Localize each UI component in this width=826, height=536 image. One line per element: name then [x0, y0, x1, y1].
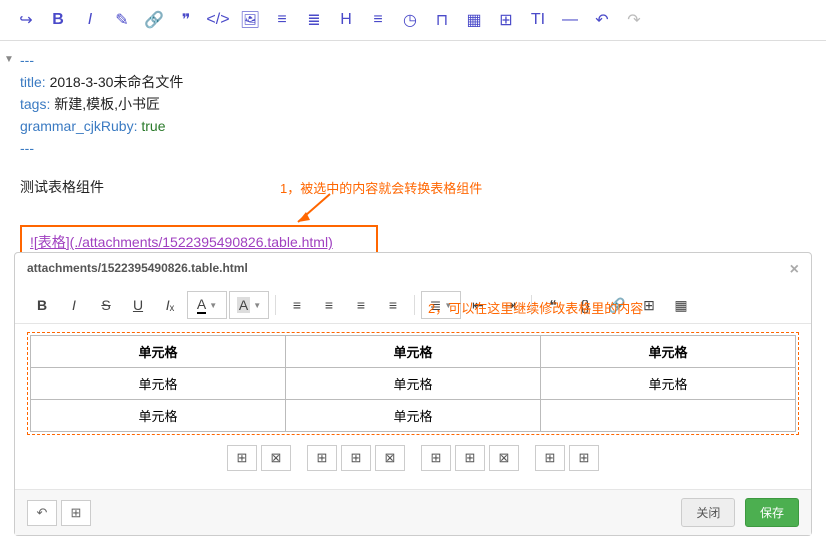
table-operations: ⊞ ⊠ ⊞ ⊞ ⊠ ⊞ ⊞ ⊠ ⊞ ⊞ — [27, 435, 799, 481]
op-insert-table-icon[interactable]: ⊞ — [227, 445, 257, 471]
table-row: 单元格 单元格 — [31, 400, 796, 432]
table-header[interactable]: 单元格 — [31, 336, 286, 368]
table-header[interactable]: 单元格 — [541, 336, 796, 368]
modal-title: attachments/1522395490826.table.html — [27, 261, 248, 279]
footer-undo-icon[interactable]: ↶ — [27, 500, 57, 526]
undo-icon[interactable]: ↶ — [588, 8, 616, 32]
magnet-icon[interactable]: ⊓ — [428, 8, 456, 32]
m-align-justify-icon[interactable]: ≡ — [378, 291, 408, 319]
op-insert-col-right-icon[interactable]: ⊞ — [455, 445, 485, 471]
m-align-right-icon[interactable]: ≡ — [346, 291, 376, 319]
grid-icon[interactable]: ▦ — [460, 8, 488, 32]
m-clear-format-icon[interactable]: Iₓ — [155, 291, 185, 319]
heading-icon[interactable]: H — [332, 8, 360, 32]
table-row: 单元格 单元格 单元格 — [31, 368, 796, 400]
text-size-icon[interactable]: TI — [524, 8, 552, 32]
fm-tags-key: tags: — [20, 96, 50, 112]
main-toolbar: ↪ B I ✎ 🔗 ❞ </> 🖼 ≡ ≣ H ≡ ◷ ⊓ ▦ ⊞ TI — ↶… — [0, 0, 826, 41]
table-editor-modal: attachments/1522395490826.table.html × B… — [14, 252, 812, 536]
quote-icon[interactable]: ❞ — [172, 8, 200, 32]
fm-grammar-key: grammar_cjkRuby: — [20, 118, 137, 134]
code-icon[interactable]: </> — [204, 8, 232, 32]
op-merge-icon[interactable]: ⊞ — [535, 445, 565, 471]
clock-icon[interactable]: ◷ — [396, 8, 424, 32]
redo-icon[interactable]: ↷ — [620, 8, 648, 32]
annotation-2: 2，可以在这里继续修改表格里的内容 — [428, 298, 643, 317]
data-table[interactable]: 单元格 单元格 单元格 单元格 单元格 单元格 单元格 单元格 — [30, 335, 796, 432]
m-align-left-icon[interactable]: ≡ — [282, 291, 312, 319]
op-insert-row-below-icon[interactable]: ⊞ — [341, 445, 371, 471]
editor-area: --- title: 2018-3-30未命名文件 tags: 新建,模板,小书… — [0, 41, 826, 267]
m-align-center-icon[interactable]: ≡ — [314, 291, 344, 319]
align-icon[interactable]: ≡ — [364, 8, 392, 32]
annotation-1: 1，被选中的内容就会转换表格组件 — [280, 178, 482, 197]
table-cell[interactable]: 单元格 — [286, 368, 541, 400]
m-grid-icon[interactable]: ▦ — [666, 291, 696, 319]
redo-arrow-icon[interactable]: ↪ — [12, 8, 40, 32]
save-button[interactable]: 保存 — [745, 498, 799, 527]
table-link[interactable]: ![表格](./attachments/1522395490826.table.… — [30, 234, 333, 250]
table-cell[interactable] — [541, 400, 796, 432]
op-split-icon[interactable]: ⊞ — [569, 445, 599, 471]
table-row: 单元格 单元格 单元格 — [31, 336, 796, 368]
fm-title-val: 2018-3-30未命名文件 — [50, 74, 184, 90]
minus-icon[interactable]: — — [556, 8, 584, 32]
m-italic-icon[interactable]: I — [59, 291, 89, 319]
modal-toolbar: B I S U Iₓ A A ≡ ≡ ≡ ≡ ≣ ⇤ ⇥ ❝ {} 🔗 ⊞ ▦ — [15, 287, 811, 324]
table-header[interactable]: 单元格 — [286, 336, 541, 368]
link-icon[interactable]: 🔗 — [140, 8, 168, 32]
table-cell[interactable]: 单元格 — [31, 400, 286, 432]
footer-table-icon[interactable]: ⊞ — [61, 500, 91, 526]
close-icon[interactable]: × — [790, 261, 799, 279]
m-underline-icon[interactable]: U — [123, 291, 153, 319]
op-insert-col-left-icon[interactable]: ⊞ — [421, 445, 451, 471]
m-bg-color-dropdown[interactable]: A — [229, 291, 269, 319]
table-icon[interactable]: ⊞ — [492, 8, 520, 32]
op-delete-table-icon[interactable]: ⊠ — [261, 445, 291, 471]
fm-dash-bottom: --- — [20, 137, 806, 159]
close-button[interactable]: 关闭 — [681, 498, 735, 527]
table-cell[interactable]: 单元格 — [31, 368, 286, 400]
front-matter: --- title: 2018-3-30未命名文件 tags: 新建,模板,小书… — [20, 49, 806, 159]
m-font-color-dropdown[interactable]: A — [187, 291, 227, 319]
fm-dash-top: --- — [20, 49, 806, 71]
italic-icon[interactable]: I — [76, 8, 104, 32]
op-delete-row-icon[interactable]: ⊠ — [375, 445, 405, 471]
op-delete-col-icon[interactable]: ⊠ — [489, 445, 519, 471]
fm-grammar-val: true — [141, 118, 165, 134]
op-insert-row-above-icon[interactable]: ⊞ — [307, 445, 337, 471]
ordered-list-icon[interactable]: ≡ — [268, 8, 296, 32]
unordered-list-icon[interactable]: ≣ — [300, 8, 328, 32]
table-selection-box: 单元格 单元格 单元格 单元格 单元格 单元格 单元格 单元格 — [27, 332, 799, 435]
m-strike-icon[interactable]: S — [91, 291, 121, 319]
bold-icon[interactable]: B — [44, 8, 72, 32]
fm-title-key: title: — [20, 74, 46, 90]
m-bold-icon[interactable]: B — [27, 291, 57, 319]
table-cell[interactable]: 单元格 — [541, 368, 796, 400]
fm-tags-val: 新建,模板,小书匠 — [54, 96, 160, 112]
brush-icon[interactable]: ✎ — [108, 8, 136, 32]
image-icon[interactable]: 🖼 — [236, 8, 264, 32]
table-cell[interactable]: 单元格 — [286, 400, 541, 432]
